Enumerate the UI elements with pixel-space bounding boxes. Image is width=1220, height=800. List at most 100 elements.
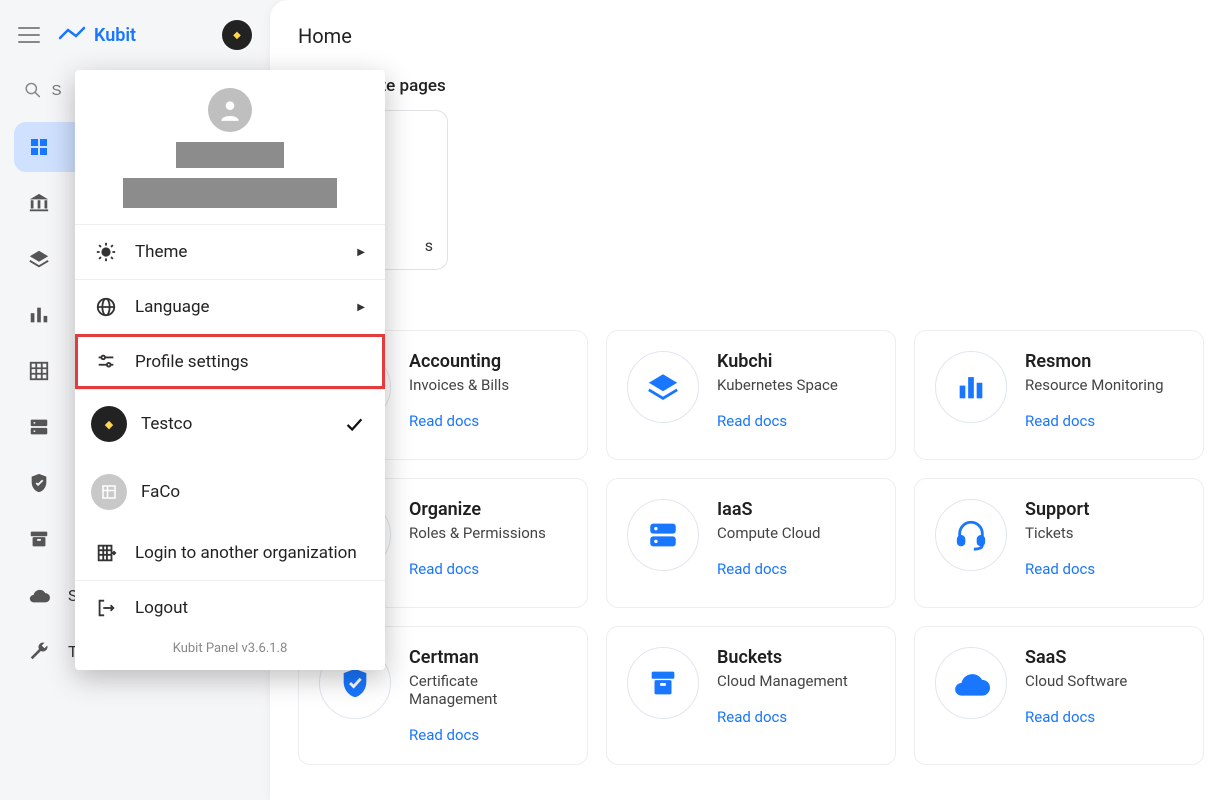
org-avatar-small[interactable]: ◆ — [222, 20, 252, 50]
menu-logout[interactable]: Logout — [75, 580, 385, 635]
card-text: IaaS Compute Cloud Read docs — [717, 499, 820, 578]
globe-icon — [95, 296, 117, 318]
main: Home Your favorite pages s s Accounting I… — [270, 0, 1220, 800]
support-icon — [935, 499, 1007, 571]
menu-language-label: Language — [135, 297, 210, 317]
favorites-title: Your favorite pages — [298, 76, 1192, 96]
menu-login-other-org[interactable]: Login to another organization — [75, 526, 385, 580]
service-card[interactable]: Resmon Resource Monitoring Read docs — [914, 330, 1204, 460]
chevron-right-icon: ▶ — [357, 302, 365, 313]
menu-theme[interactable]: Theme ▶ — [75, 224, 385, 279]
server-icon — [627, 499, 699, 571]
card-text: Accounting Invoices & Bills Read docs — [409, 351, 509, 430]
card-text: Certman Certificate Management Read docs — [409, 647, 567, 744]
service-card[interactable]: Support Tickets Read docs — [914, 478, 1204, 608]
bars-icon — [935, 351, 1007, 423]
menu-logout-label: Logout — [135, 598, 188, 618]
read-docs-link[interactable]: Read docs — [717, 708, 848, 726]
logout-icon — [95, 597, 117, 619]
read-docs-link[interactable]: Read docs — [717, 412, 838, 430]
services-header-tail: s — [298, 298, 1192, 318]
card-subtitle: Invoices & Bills — [409, 376, 509, 394]
user-name-placeholder — [176, 142, 284, 168]
card-subtitle: Roles & Permissions — [409, 524, 546, 542]
service-card[interactable]: IaaS Compute Cloud Read docs — [606, 478, 896, 608]
card-subtitle: Compute Cloud — [717, 524, 820, 542]
read-docs-link[interactable]: Read docs — [1025, 560, 1095, 578]
org-avatar-icon — [91, 474, 127, 510]
bank-icon — [28, 192, 50, 214]
service-card[interactable]: Buckets Cloud Management Read docs — [606, 626, 896, 765]
shield-check-icon — [28, 472, 50, 494]
card-text: Organize Roles & Permissions Read docs — [409, 499, 546, 578]
menu-profile-settings-label: Profile settings — [135, 352, 249, 372]
card-title: Kubchi — [717, 351, 838, 372]
card-title: Buckets — [717, 647, 848, 668]
user-email-placeholder — [123, 178, 337, 208]
theme-icon — [95, 241, 117, 263]
card-subtitle: Certificate Management — [409, 672, 567, 708]
card-subtitle: Cloud Management — [717, 672, 848, 690]
menu-org-testco[interactable]: ◆ Testco — [75, 389, 385, 458]
archive-icon — [28, 528, 50, 550]
menu-language[interactable]: Language ▶ — [75, 279, 385, 334]
card-subtitle: Tickets — [1025, 524, 1095, 542]
card-title: Organize — [409, 499, 546, 520]
card-text: SaaS Cloud Software Read docs — [1025, 647, 1127, 726]
fav-card-tail: s — [425, 236, 433, 255]
layers-icon — [28, 248, 50, 270]
brand-logo-icon — [58, 26, 86, 42]
org-name: FaCo — [141, 482, 180, 502]
card-title: Support — [1025, 499, 1095, 520]
card-title: Certman — [409, 647, 567, 668]
org-avatar-icon: ◆ — [91, 406, 127, 442]
service-card[interactable]: Kubchi Kubernetes Space Read docs — [606, 330, 896, 460]
service-card[interactable]: SaaS Cloud Software Read docs — [914, 626, 1204, 765]
card-subtitle: Kubernetes Space — [717, 376, 838, 394]
layers-icon — [627, 351, 699, 423]
card-title: Accounting — [409, 351, 509, 372]
card-text: Support Tickets Read docs — [1025, 499, 1095, 578]
bucket-icon — [627, 647, 699, 719]
read-docs-link[interactable]: Read docs — [717, 560, 820, 578]
read-docs-link[interactable]: Read docs — [1025, 412, 1164, 430]
menu-header — [75, 70, 385, 224]
brand[interactable]: Kubit — [58, 25, 136, 46]
card-subtitle: Cloud Software — [1025, 672, 1127, 690]
card-text: Resmon Resource Monitoring Read docs — [1025, 351, 1164, 430]
page-title: Home — [298, 24, 1192, 48]
hamburger-icon[interactable] — [18, 27, 40, 43]
menu-org-faco[interactable]: FaCo — [75, 458, 385, 526]
brand-name: Kubit — [94, 25, 136, 46]
cloud-icon — [28, 584, 50, 606]
read-docs-link[interactable]: Read docs — [1025, 708, 1127, 726]
search-icon — [24, 80, 42, 100]
app-root: Kubit ◆ — [0, 0, 1220, 800]
read-docs-link[interactable]: Read docs — [409, 726, 567, 744]
profile-menu: Theme ▶ Language ▶ Profile settings ◆ Te… — [75, 70, 385, 670]
card-title: IaaS — [717, 499, 820, 520]
card-text: Buckets Cloud Management Read docs — [717, 647, 848, 726]
read-docs-link[interactable]: Read docs — [409, 412, 509, 430]
card-subtitle: Resource Monitoring — [1025, 376, 1164, 394]
wrench-icon — [28, 640, 50, 662]
dashboard-icon — [28, 136, 50, 158]
sliders-icon — [95, 351, 117, 373]
services-grid: AccountingInvoices & BillsRead docsKubch… — [298, 330, 1192, 765]
read-docs-link[interactable]: Read docs — [409, 560, 546, 578]
menu-footer-version: Kubit Panel v3.6.1.8 — [75, 635, 385, 662]
sidebar-top: Kubit ◆ — [14, 12, 256, 66]
card-title: Resmon — [1025, 351, 1164, 372]
cloud-icon — [935, 647, 1007, 719]
chevron-right-icon: ▶ — [357, 247, 365, 258]
card-title: SaaS — [1025, 647, 1127, 668]
storage-icon — [28, 416, 50, 438]
check-icon — [343, 413, 365, 435]
menu-profile-settings[interactable]: Profile settings — [75, 334, 385, 389]
stats-icon — [28, 304, 50, 326]
menu-login-other-label: Login to another organization — [135, 543, 357, 563]
card-text: Kubchi Kubernetes Space Read docs — [717, 351, 838, 430]
building-icon — [95, 542, 117, 564]
user-avatar-icon — [208, 88, 252, 132]
menu-theme-label: Theme — [135, 242, 187, 262]
